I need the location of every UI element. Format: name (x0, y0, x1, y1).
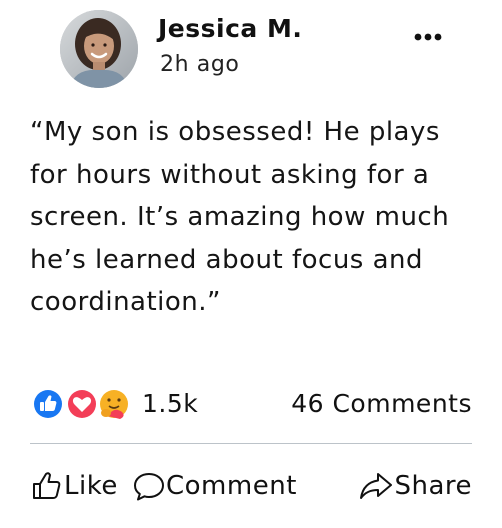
more-options-button[interactable] (414, 27, 442, 41)
comment-button[interactable]: Comment (132, 466, 297, 506)
reaction-icons[interactable] (30, 386, 134, 422)
post-timestamp[interactable]: 2h ago (160, 52, 239, 78)
like-button[interactable]: Like (30, 466, 118, 506)
ellipsis-icon (414, 33, 442, 41)
love-icon (66, 388, 98, 420)
comment-bubble-icon (134, 473, 164, 501)
thumbs-up-icon (33, 472, 61, 499)
care-icon (98, 388, 130, 420)
comments-count-link[interactable]: 46 Comments (291, 388, 472, 420)
share-label: Share (394, 471, 472, 501)
post-actions: Like Comment Share (30, 466, 472, 506)
reactions-summary: 1.5k 46 Comments (30, 384, 472, 424)
comment-label: Comment (166, 471, 297, 501)
post-card: Jessica M. 2h ago “My son is obsessed! H… (0, 0, 502, 528)
divider (30, 443, 472, 444)
post-body-text: “My son is obsessed! He plays for hours … (30, 117, 450, 318)
like-icon (32, 388, 64, 420)
share-arrow-icon (360, 473, 393, 499)
like-label: Like (64, 471, 118, 501)
post-header: Jessica M. 2h ago (30, 0, 472, 108)
share-button[interactable]: Share (358, 466, 472, 506)
author-name[interactable]: Jessica M. (158, 14, 302, 44)
avatar-photo (60, 10, 138, 88)
reaction-count[interactable]: 1.5k (142, 388, 198, 420)
avatar[interactable] (60, 10, 138, 88)
